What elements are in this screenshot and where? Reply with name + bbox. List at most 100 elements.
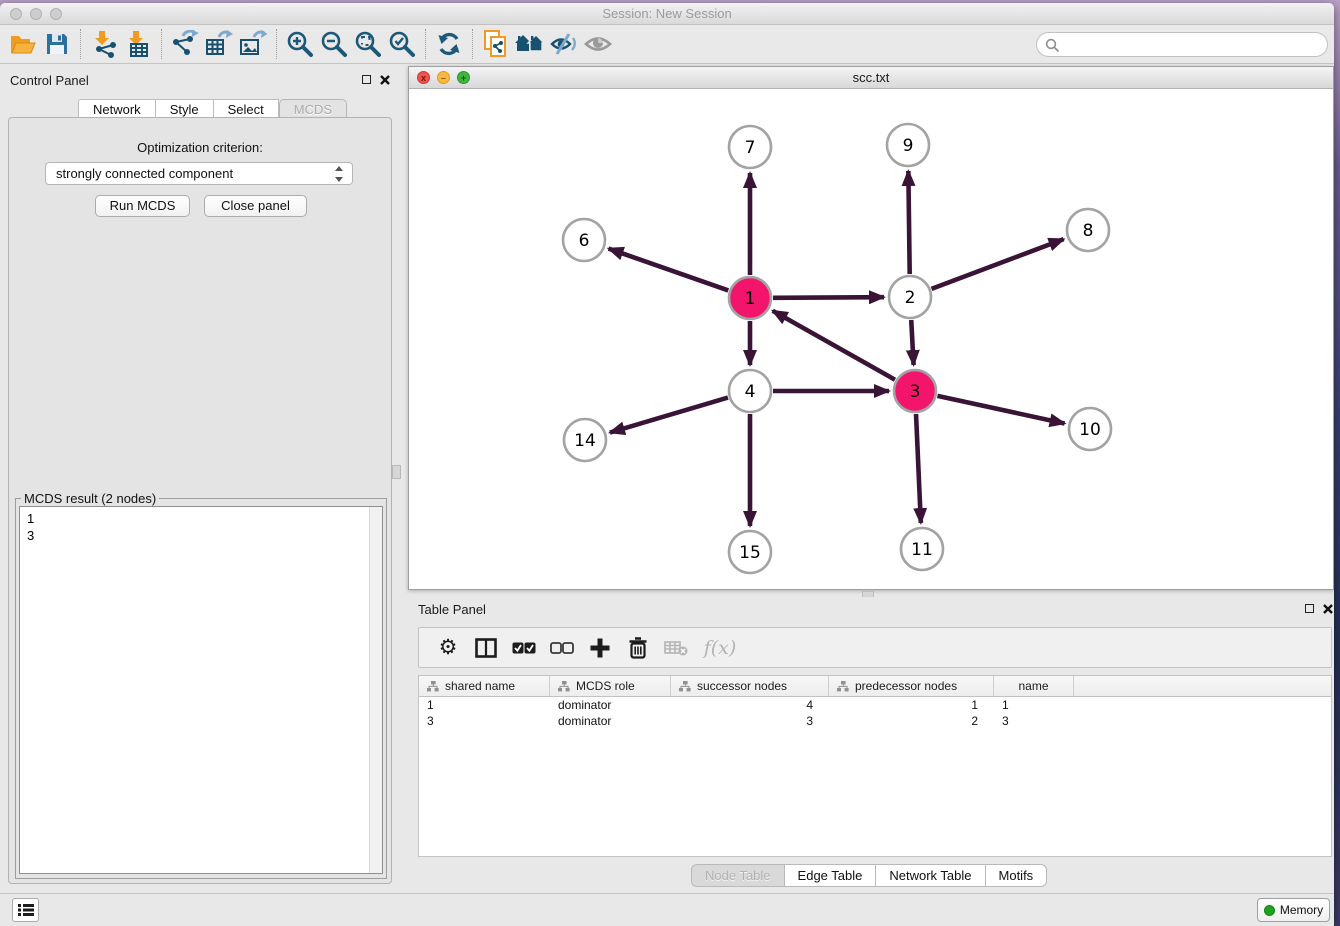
graph-edge-1-6[interactable] <box>609 249 729 291</box>
table-float-icon[interactable] <box>1305 604 1314 613</box>
float-panel-icon[interactable] <box>362 75 371 84</box>
svg-text:14: 14 <box>574 431 596 451</box>
result-scrollbar[interactable] <box>369 507 382 873</box>
graph-edge-3-1[interactable] <box>773 311 895 380</box>
table-cell: 2 <box>829 713 994 729</box>
select-all-icon[interactable] <box>511 635 537 661</box>
svg-text:8: 8 <box>1083 221 1094 241</box>
home-icon[interactable] <box>513 28 547 60</box>
column-header-successor-nodes[interactable]: successor nodes <box>671 676 829 696</box>
import-table-icon[interactable] <box>121 28 155 60</box>
open-session-icon[interactable] <box>6 28 40 60</box>
add-column-icon[interactable] <box>587 635 613 661</box>
graph-edge-2-9[interactable] <box>908 171 909 274</box>
graph-edge-3-11[interactable] <box>916 414 921 523</box>
main-toolbar <box>0 25 1334 64</box>
hide-graphics-details-icon[interactable] <box>547 28 581 60</box>
table-cell: 1 <box>829 697 994 713</box>
search-input[interactable] <box>1065 35 1319 54</box>
function-builder-icon[interactable]: f(x) <box>701 635 739 661</box>
graph-edge-3-10[interactable] <box>937 396 1064 424</box>
graph-edge-1-2[interactable] <box>773 297 884 298</box>
task-list-icon <box>18 903 34 917</box>
tab-node-table[interactable]: Node Table <box>691 864 785 887</box>
network-canvas[interactable]: 7 9 6 8 1 2 4 3 14 10 15 11 <box>409 89 1333 589</box>
hierarchy-icon <box>679 681 691 692</box>
memory-button[interactable]: Memory <box>1257 898 1330 922</box>
table-cell-empty <box>1074 697 1331 713</box>
table-tabs: Node Table Edge Table Network Table Moti… <box>691 864 1047 887</box>
zoom-out-icon[interactable] <box>317 28 351 60</box>
network-window: x – + scc.txt 7968124314101511 <box>408 66 1334 590</box>
table-row[interactable]: 1dominator411 <box>419 697 1331 713</box>
task-history-button[interactable] <box>12 898 39 922</box>
zoom-in-icon[interactable] <box>283 28 317 60</box>
delete-table-icon[interactable] <box>663 635 689 661</box>
export-image-icon[interactable] <box>236 28 270 60</box>
graph-edge-4-14[interactable] <box>610 398 728 433</box>
mcds-result-line: 1 <box>27 510 382 527</box>
column-header-predecessor-nodes[interactable]: predecessor nodes <box>829 676 994 696</box>
search-icon <box>1045 38 1060 53</box>
table-cell: 3 <box>419 713 550 729</box>
graph-node-8[interactable]: 8 <box>1067 209 1109 251</box>
export-network-icon[interactable] <box>168 28 202 60</box>
mcds-result-group: MCDS result (2 nodes) 13 <box>15 498 387 879</box>
import-network-icon[interactable] <box>87 28 121 60</box>
delete-column-icon[interactable] <box>625 635 651 661</box>
tab-network-table[interactable]: Network Table <box>876 864 985 887</box>
graph-node-10[interactable]: 10 <box>1069 408 1111 450</box>
settings-icon[interactable]: ⚙ <box>435 635 461 661</box>
column-header-shared-name[interactable]: shared name <box>419 676 550 696</box>
tab-edge-table[interactable]: Edge Table <box>785 864 877 887</box>
graph-node-1[interactable]: 1 <box>729 277 771 319</box>
svg-text:7: 7 <box>745 138 756 158</box>
table-close-icon[interactable] <box>1322 603 1334 615</box>
deselect-all-icon[interactable] <box>549 635 575 661</box>
show-graphics-details-icon[interactable] <box>581 28 615 60</box>
table-cell-empty <box>1074 713 1331 729</box>
refresh-icon[interactable] <box>432 28 466 60</box>
svg-text:6: 6 <box>579 231 590 251</box>
graph-node-6[interactable]: 6 <box>563 219 605 261</box>
table-panel-title: Table Panel <box>418 602 486 617</box>
table-toolbar: ⚙ f(x) <box>418 627 1332 668</box>
table-cell: 3 <box>994 713 1074 729</box>
hierarchy-icon <box>558 681 570 692</box>
vertical-splitter-grip[interactable] <box>392 465 401 479</box>
table-row[interactable]: 3dominator323 <box>419 713 1331 729</box>
run-mcds-button[interactable]: Run MCDS <box>95 195 190 217</box>
mcds-result-line: 3 <box>27 527 382 544</box>
graph-edge-2-8[interactable] <box>932 239 1064 289</box>
dropdown-stepper-icon <box>334 165 344 183</box>
graph-node-3[interactable]: 3 <box>894 370 936 412</box>
column-header-name[interactable]: name <box>994 676 1074 696</box>
graph-node-15[interactable]: 15 <box>729 531 771 573</box>
split-panel-icon[interactable] <box>473 635 499 661</box>
clone-network-icon[interactable] <box>479 28 513 60</box>
tab-motifs[interactable]: Motifs <box>986 864 1048 887</box>
criterion-dropdown[interactable]: strongly connected component <box>45 162 353 185</box>
save-session-icon[interactable] <box>40 28 74 60</box>
table-cell: dominator <box>550 697 671 713</box>
graph-edge-2-3[interactable] <box>911 320 913 365</box>
table-cell: 1 <box>419 697 550 713</box>
close-panel-icon[interactable] <box>379 74 391 86</box>
svg-text:4: 4 <box>745 382 756 402</box>
graph-node-14[interactable]: 14 <box>564 419 606 461</box>
memory-status-icon <box>1264 905 1275 916</box>
graph-node-11[interactable]: 11 <box>901 528 943 570</box>
graph-node-9[interactable]: 9 <box>887 124 929 166</box>
graph-node-4[interactable]: 4 <box>729 370 771 412</box>
export-table-icon[interactable] <box>202 28 236 60</box>
svg-text:15: 15 <box>739 543 761 563</box>
close-panel-button[interactable]: Close panel <box>204 195 307 217</box>
criterion-value: strongly connected component <box>56 166 233 181</box>
zoom-fit-icon[interactable] <box>351 28 385 60</box>
zoom-selected-icon[interactable] <box>385 28 419 60</box>
network-window-title: scc.txt <box>409 70 1333 85</box>
graph-node-2[interactable]: 2 <box>889 276 931 318</box>
graph-node-7[interactable]: 7 <box>729 126 771 168</box>
mcds-result-text[interactable]: 13 <box>19 506 383 874</box>
column-header-mcds-role[interactable]: MCDS role <box>550 676 671 696</box>
